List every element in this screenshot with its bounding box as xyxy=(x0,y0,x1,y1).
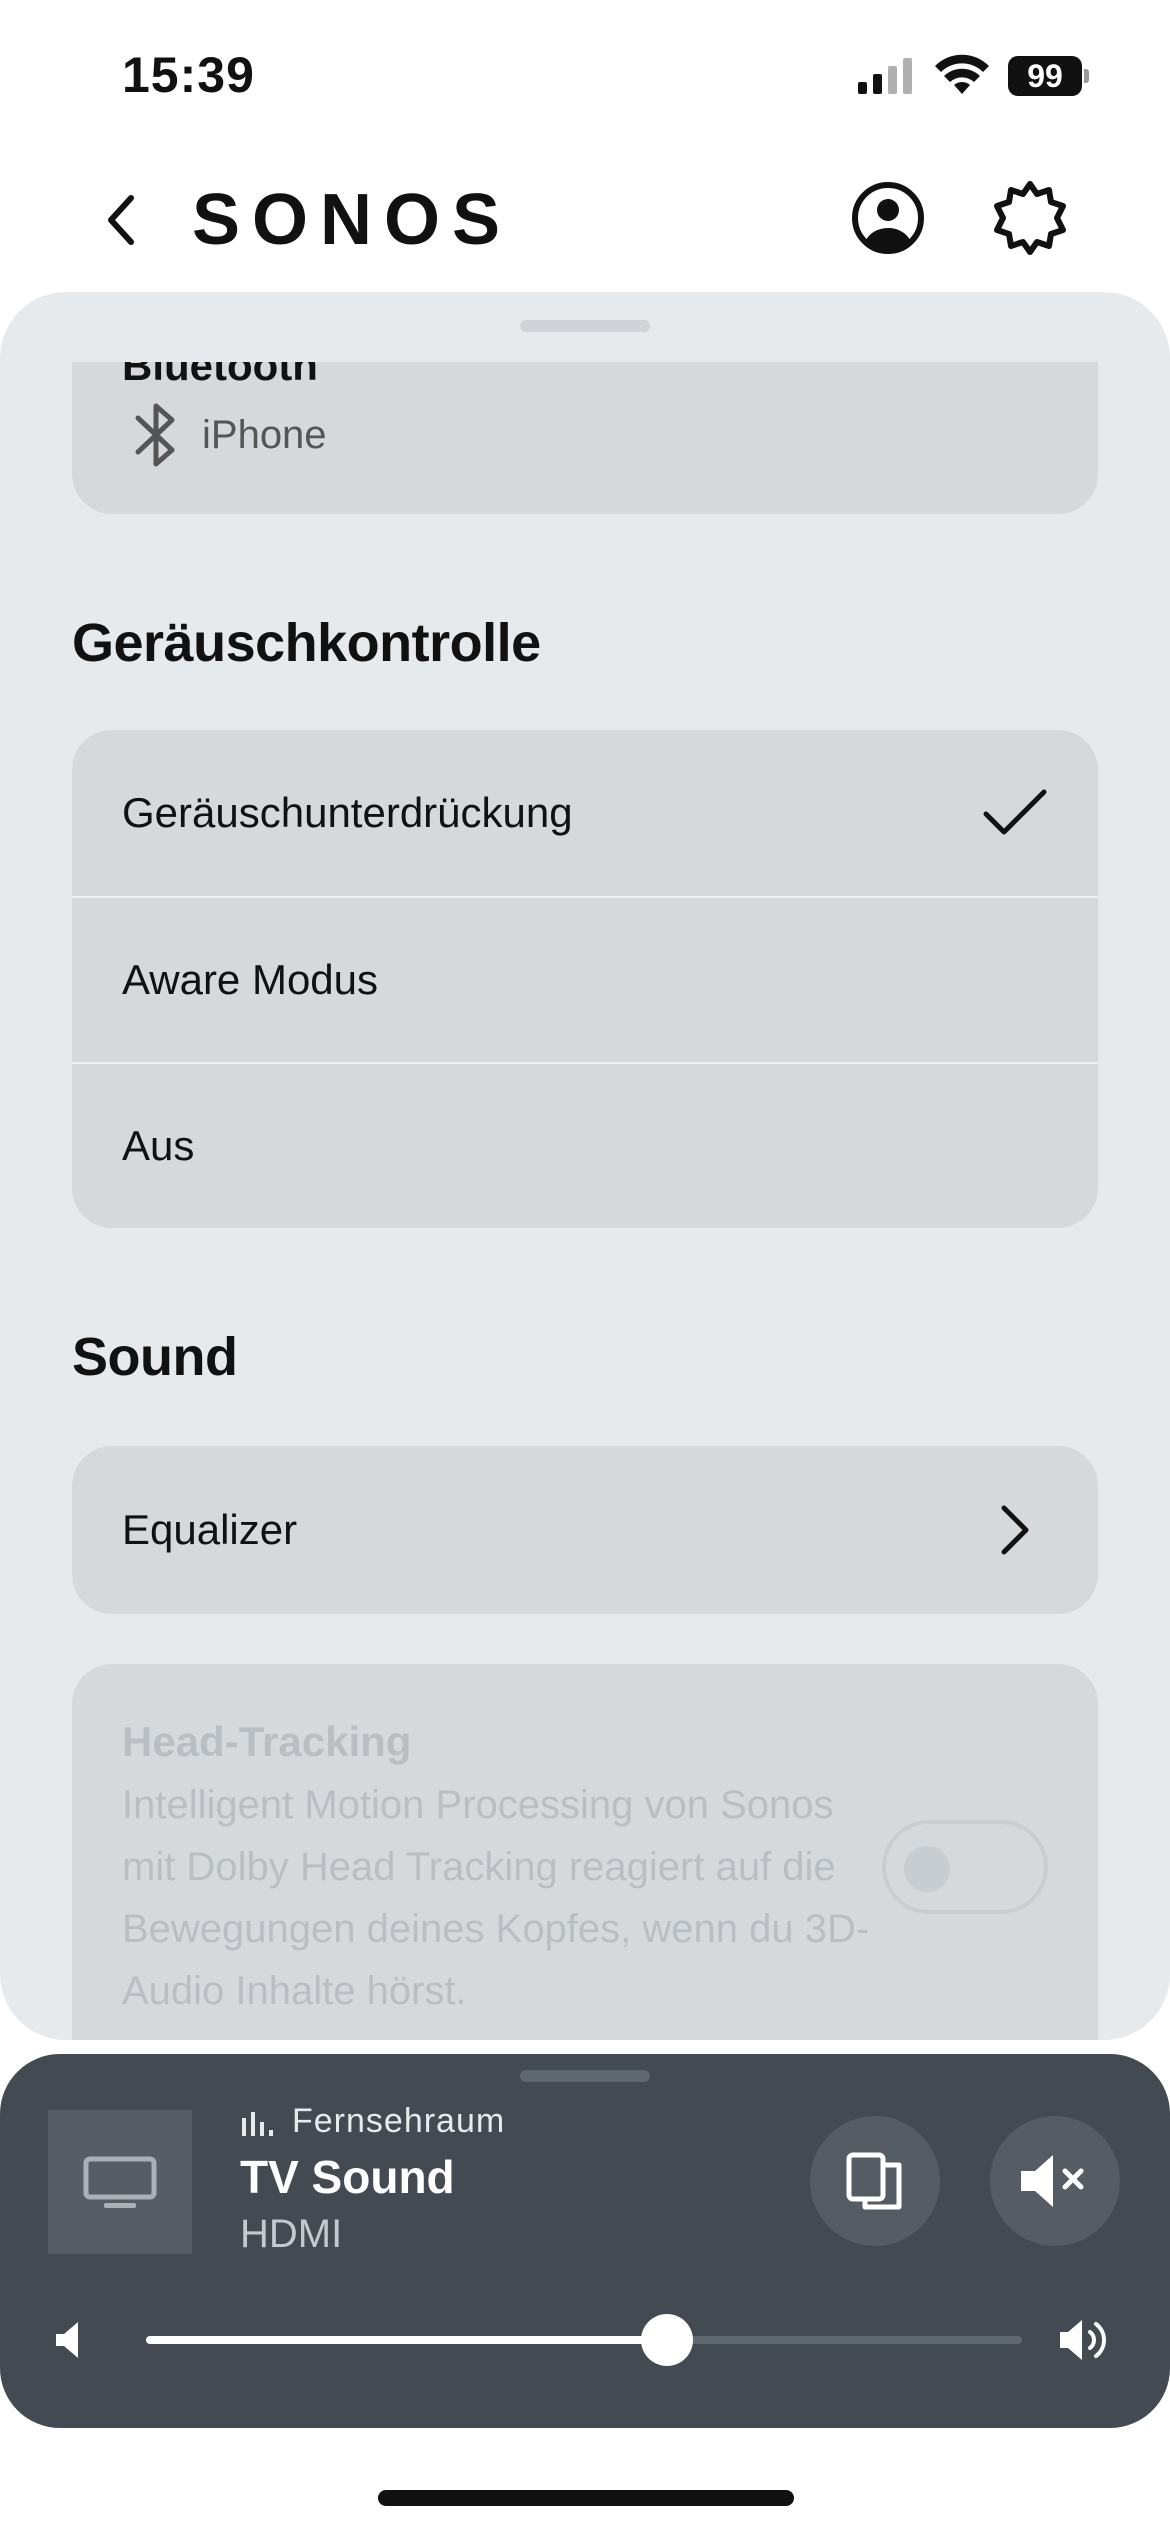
equalizer-label: Equalizer xyxy=(122,1506,298,1553)
back-button[interactable] xyxy=(90,190,150,250)
cellular-signal-icon xyxy=(858,58,912,94)
toggle-knob xyxy=(904,1846,950,1892)
player-drag-handle[interactable] xyxy=(520,2070,650,2082)
noise-control-heading: Geräuschkontrolle xyxy=(72,613,541,673)
bluetooth-title: Bluetooth xyxy=(122,362,318,389)
status-bar: 15:39 99 xyxy=(0,0,1170,150)
bluetooth-icon xyxy=(135,403,175,467)
group-speakers-icon xyxy=(846,2152,902,2210)
head-tracking-toggle[interactable] xyxy=(882,1820,1048,1914)
app-header: SONOS xyxy=(0,150,1170,290)
volume-low-icon xyxy=(56,2322,78,2358)
volume-slider-thumb[interactable] xyxy=(641,2314,694,2366)
volume-slider-fill xyxy=(146,2336,668,2344)
room-row: Fernsehraum xyxy=(240,2102,505,2141)
group-button[interactable] xyxy=(810,2116,940,2246)
sonos-logo: SONOS xyxy=(192,180,513,260)
settings-gear-icon[interactable] xyxy=(990,178,1070,258)
status-time: 15:39 xyxy=(122,47,255,103)
mute-button[interactable] xyxy=(990,2116,1120,2246)
bluetooth-card[interactable]: Bluetooth iPhone xyxy=(72,362,1098,514)
account-icon[interactable] xyxy=(850,180,926,256)
settings-scroll-area[interactable]: Bluetooth iPhone Geräuschkontrolle Geräu… xyxy=(0,362,1170,2040)
track-title: TV Sound xyxy=(240,2151,455,2203)
chevron-left-icon xyxy=(108,195,134,245)
chevron-right-icon xyxy=(1001,1505,1029,1555)
volume-slider[interactable] xyxy=(146,2314,1022,2366)
battery-icon: 99 xyxy=(1008,56,1089,96)
wifi-icon xyxy=(935,54,989,94)
volume-high-icon xyxy=(1060,2320,1106,2360)
battery-level: 99 xyxy=(1008,56,1082,96)
option-aware-mode[interactable]: Aware Modus xyxy=(72,896,1098,1062)
option-label: Aware Modus xyxy=(122,956,379,1003)
home-indicator xyxy=(378,2490,794,2506)
noise-control-card: Geräuschunterdrückung Aware Modus Aus xyxy=(72,730,1098,1228)
track-source: HDMI xyxy=(240,2212,343,2256)
option-off[interactable]: Aus xyxy=(72,1062,1098,1228)
equalizer-row[interactable]: Equalizer xyxy=(72,1446,1098,1614)
now-playing-bar[interactable]: Fernsehraum TV Sound HDMI xyxy=(0,2054,1170,2428)
tv-icon xyxy=(83,2156,157,2208)
sheet-drag-handle[interactable] xyxy=(520,320,650,332)
bluetooth-device-name: iPhone xyxy=(202,412,327,457)
source-artwork xyxy=(48,2110,192,2254)
bluetooth-device-row: iPhone xyxy=(128,400,327,470)
option-label: Geräuschunterdrückung xyxy=(122,789,573,836)
playing-bars-icon xyxy=(242,2111,273,2136)
head-tracking-description: Intelligent Motion Processing von Sonos … xyxy=(122,1783,870,2013)
option-label: Aus xyxy=(122,1122,195,1169)
checkmark-icon xyxy=(983,789,1047,835)
settings-sheet[interactable]: Bluetooth iPhone Geräuschkontrolle Geräu… xyxy=(0,292,1170,2040)
room-name: Fernsehraum xyxy=(292,2102,506,2140)
option-noise-cancelling[interactable]: Geräuschunterdrückung xyxy=(72,730,1098,896)
speaker-muted-icon xyxy=(1021,2155,1084,2207)
equalizer-card[interactable]: Equalizer xyxy=(72,1446,1098,1614)
head-tracking-title: Head-Tracking xyxy=(122,1718,412,1765)
sound-heading: Sound xyxy=(72,1327,238,1387)
head-tracking-card: Head-Tracking Intelligent Motion Process… xyxy=(72,1664,1098,2040)
